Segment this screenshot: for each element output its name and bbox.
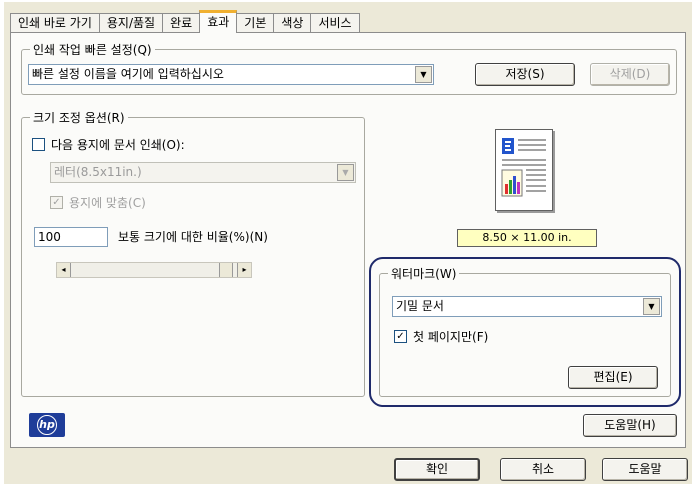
page-preview — [495, 129, 553, 211]
scroll-left-icon[interactable]: ◂ — [57, 263, 71, 277]
watermark-legend: 워터마크(W) — [388, 265, 460, 282]
watermark-combo[interactable]: 기밀 문서 ▼ — [392, 296, 662, 317]
tab-finishing[interactable]: 완료 — [162, 13, 201, 33]
tab-panel: 인쇄 작업 빠른 설정(Q) 빠른 설정 이름을 여기에 입력하십시오 ▼ 저장… — [10, 32, 686, 448]
hp-logo: hp — [29, 413, 65, 437]
tab-paper-quality[interactable]: 용지/품질 — [98, 13, 164, 33]
quick-settings-value: 빠른 설정 이름을 여기에 입력하십시오 — [32, 67, 224, 81]
tab-color[interactable]: 색상 — [273, 13, 312, 33]
tab-effects[interactable]: 효과 — [199, 10, 238, 33]
chevron-down-icon[interactable]: ▼ — [337, 164, 354, 181]
tab-print-shortcuts[interactable]: 인쇄 바로 가기 — [10, 13, 100, 33]
resize-options-group: 크기 조정 옵션(R) 다음 용지에 문서 인쇄(O): 레터(8.5x11in… — [21, 109, 365, 397]
print-on-label: 다음 용지에 문서 인쇄(O): — [51, 138, 185, 152]
fit-to-paper-checkbox[interactable]: ✓ 용지에 맞춤(C) — [50, 194, 146, 211]
help-footer-button[interactable]: 도움말 — [602, 458, 688, 481]
first-page-only-checkbox[interactable]: ✓ 첫 페이지만(F) — [394, 328, 488, 345]
edit-watermark-button[interactable]: 편집(E) — [568, 366, 658, 389]
watermark-value: 기밀 문서 — [396, 299, 444, 313]
ok-button[interactable]: 확인 — [394, 458, 480, 481]
tab-strip: 인쇄 바로 가기 용지/품질 완료 효과 기본 색상 서비스 — [10, 10, 360, 33]
tab-basics[interactable]: 기본 — [236, 13, 275, 33]
scroll-thumb[interactable] — [219, 263, 233, 277]
page-preview-icon — [501, 138, 546, 197]
quick-settings-legend: 인쇄 작업 빠른 설정(Q) — [30, 41, 155, 58]
paper-size-combo[interactable]: 레터(8.5x11in.) ▼ — [50, 162, 356, 183]
percent-input[interactable]: 100 — [34, 227, 108, 247]
quick-settings-group: 인쇄 작업 빠른 설정(Q) 빠른 설정 이름을 여기에 입력하십시오 ▼ 저장… — [21, 41, 677, 95]
delete-button[interactable]: 삭제(D) — [590, 63, 670, 86]
scroll-right-icon[interactable]: ▸ — [237, 263, 251, 277]
paper-size-value: 레터(8.5x11in.) — [54, 165, 142, 179]
cancel-button[interactable]: 취소 — [500, 458, 586, 481]
help-button[interactable]: 도움말(H) — [583, 414, 677, 437]
fit-to-paper-label: 용지에 맞춤(C) — [69, 196, 146, 210]
percent-label: 보통 크기에 대한 비율(%)(N) — [118, 230, 268, 244]
watermark-group: 워터마크(W) 기밀 문서 ▼ ✓ 첫 페이지만(F) 편집(E) — [379, 265, 671, 397]
chevron-down-icon[interactable]: ▼ — [643, 298, 660, 315]
first-page-only-label: 첫 페이지만(F) — [413, 330, 489, 344]
resize-options-legend: 크기 조정 옵션(R) — [30, 109, 128, 126]
paper-size-badge: 8.50 × 11.00 in. — [457, 229, 597, 247]
hp-logo-mark: hp — [37, 415, 57, 435]
scale-scrollbar[interactable]: ◂ ▸ — [56, 262, 252, 278]
print-on-checkbox[interactable]: 다음 용지에 문서 인쇄(O): — [32, 136, 185, 153]
fit-to-paper-box[interactable]: ✓ — [50, 196, 63, 209]
printer-properties-window: 인쇄 바로 가기 용지/품질 완료 효과 기본 색상 서비스 인쇄 작업 빠른 … — [4, 2, 692, 484]
print-on-box[interactable] — [32, 138, 45, 151]
quick-settings-combo[interactable]: 빠른 설정 이름을 여기에 입력하십시오 ▼ — [28, 64, 434, 85]
tab-services[interactable]: 서비스 — [310, 13, 360, 33]
save-button[interactable]: 저장(S) — [475, 63, 575, 86]
chevron-down-icon[interactable]: ▼ — [415, 66, 432, 83]
first-page-only-box[interactable]: ✓ — [394, 330, 407, 343]
